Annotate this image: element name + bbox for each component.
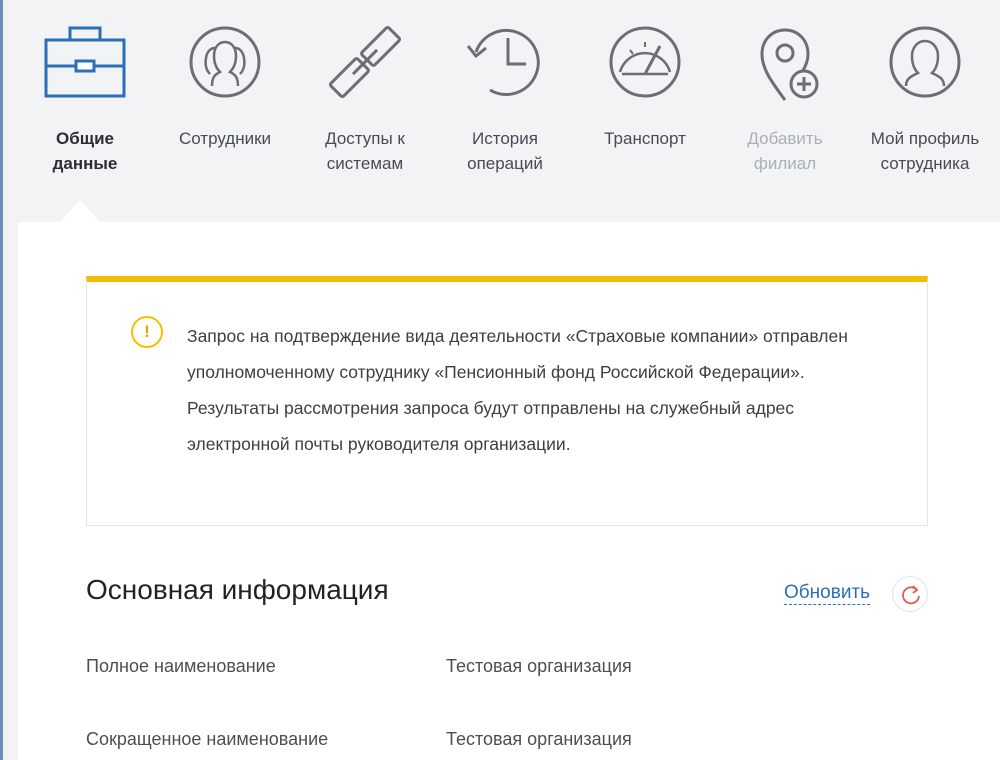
- warning-alert: ! Запрос на подтверждение вида деятельно…: [86, 276, 928, 526]
- nav-label-line2: филиал: [753, 154, 817, 173]
- nav-label-line1: Общие: [56, 129, 114, 148]
- field-label-short-name: Сокращенное наименование: [86, 729, 329, 749]
- field-value-full-name: Тестовая организация: [446, 656, 632, 676]
- nav-label-line2: системам: [326, 154, 404, 173]
- field-value-short-name: Тестовая организация: [446, 729, 632, 749]
- nav-item-general-data[interactable]: Общие данные: [15, 0, 155, 200]
- refresh-link[interactable]: Обновить: [784, 582, 871, 605]
- field-label-full-name: Полное наименование: [86, 656, 276, 676]
- warning-icon: !: [131, 316, 163, 348]
- section-title-main-info: Основная информация: [86, 574, 389, 605]
- nav-item-system-access[interactable]: Доступы к системам: [295, 0, 435, 200]
- history-clock-icon: [460, 20, 550, 104]
- user-profile-icon: [880, 20, 970, 104]
- link-chain-icon: [320, 20, 410, 104]
- nav-label-line2: данные: [52, 154, 118, 173]
- nav-label-line1: Мой профиль: [870, 129, 980, 148]
- nav-item-operation-history[interactable]: История операций: [435, 0, 575, 200]
- nav-label-line2: операций: [467, 154, 543, 173]
- nav-label-line1: Добавить: [747, 129, 823, 148]
- nav-item-transport[interactable]: Транспорт: [575, 0, 715, 200]
- nav-item-my-profile[interactable]: Мой профиль сотрудника: [855, 0, 995, 200]
- nav-item-employees[interactable]: Сотрудники: [155, 0, 295, 200]
- alert-message: Запрос на подтверждение вида деятельност…: [187, 326, 848, 454]
- nav-item-add-branch[interactable]: Добавить филиал: [715, 0, 855, 200]
- employees-icon: [180, 20, 270, 104]
- add-location-icon: [740, 20, 830, 104]
- speedometer-icon: [600, 20, 690, 104]
- active-tab-pointer: [60, 200, 100, 222]
- nav-label-line1: Транспорт: [604, 129, 686, 148]
- section-nav: Общие данные Сотрудники Доступы к систем…: [3, 0, 1000, 222]
- nav-label-line1: Сотрудники: [178, 129, 272, 148]
- refresh-icon[interactable]: [892, 576, 928, 612]
- nav-label-line1: Доступы к: [325, 129, 405, 148]
- nav-label-line1: История: [472, 129, 538, 148]
- briefcase-icon: [40, 20, 130, 104]
- nav-label-line2: сотрудника: [880, 154, 970, 173]
